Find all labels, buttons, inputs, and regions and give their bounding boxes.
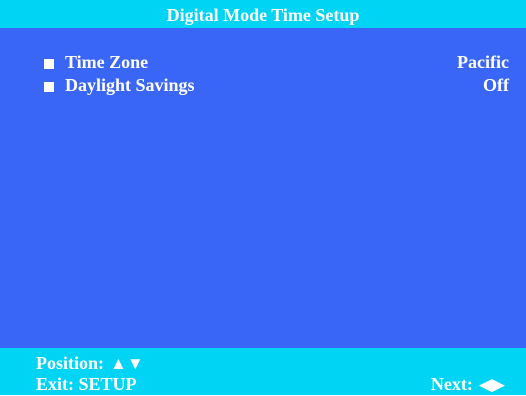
next-label: Next: xyxy=(430,374,473,394)
menu-item-daylight-savings[interactable]: Daylight Savings Off xyxy=(0,74,526,96)
menu-item-value[interactable]: Pacific xyxy=(457,51,509,73)
up-down-arrows-icon: ▲▼ xyxy=(110,354,144,373)
position-label: Position: xyxy=(36,353,105,373)
footer-bar: Position: ▲▼ Exit: SETUP Next: ◀▶ xyxy=(0,348,526,395)
square-bullet-icon xyxy=(44,59,54,69)
page-title: Digital Mode Time Setup xyxy=(166,5,360,25)
osd-screen: Digital Mode Time Setup Time Zone Pacifi… xyxy=(0,0,526,395)
position-hint: Position: ▲▼ xyxy=(36,352,144,374)
left-right-arrows-icon: ◀▶ xyxy=(478,375,505,394)
menu-item-time-zone[interactable]: Time Zone Pacific xyxy=(0,51,526,73)
title-bar: Digital Mode Time Setup xyxy=(0,0,526,28)
menu-item-value[interactable]: Off xyxy=(483,74,509,96)
square-bullet-icon xyxy=(44,82,54,92)
exit-label: Exit: SETUP xyxy=(36,374,137,394)
exit-hint: Exit: SETUP xyxy=(36,373,137,395)
menu-item-label: Daylight Savings xyxy=(65,75,195,95)
next-hint: Next: ◀▶ xyxy=(431,373,505,395)
menu-item-label: Time Zone xyxy=(65,52,149,72)
